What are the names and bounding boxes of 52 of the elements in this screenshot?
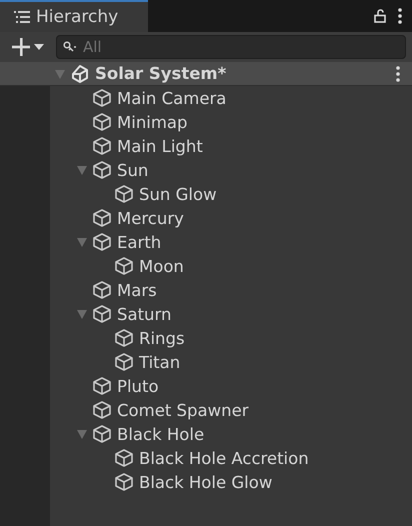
expand-arrow-icon[interactable] xyxy=(76,164,88,176)
object-name[interactable]: Rings xyxy=(139,328,185,348)
unity-logo-icon xyxy=(70,64,90,84)
cube-icon xyxy=(92,280,112,300)
object-name[interactable]: Sun Glow xyxy=(139,184,217,204)
object-name[interactable]: Moon xyxy=(139,256,184,276)
cube-icon xyxy=(92,232,112,252)
tab-title: Hierarchy xyxy=(36,7,118,27)
caret-icon xyxy=(34,43,44,51)
object-name[interactable]: Pluto xyxy=(117,376,159,396)
object-name[interactable]: Mercury xyxy=(117,208,184,228)
cube-icon xyxy=(114,256,134,276)
object-name[interactable]: Titan xyxy=(139,352,180,372)
object-name[interactable]: Black Hole Accretion xyxy=(139,448,309,468)
cube-icon xyxy=(114,448,134,468)
hierarchy-tab[interactable]: Hierarchy xyxy=(0,0,148,32)
expand-arrow-icon[interactable] xyxy=(76,308,88,320)
cube-icon xyxy=(92,208,112,228)
cube-icon xyxy=(92,376,112,396)
cube-icon xyxy=(114,472,134,492)
more-icon[interactable] xyxy=(396,66,400,82)
object-name[interactable]: Earth xyxy=(117,232,162,252)
lock-icon[interactable] xyxy=(374,9,386,23)
cube-icon xyxy=(114,352,134,372)
object-name[interactable]: Saturn xyxy=(117,304,172,324)
object-name[interactable]: Black Hole xyxy=(117,424,204,444)
object-name[interactable]: Comet Spawner xyxy=(117,400,249,420)
object-name[interactable]: Main Light xyxy=(117,136,203,156)
cube-icon xyxy=(92,304,112,324)
object-name[interactable]: Minimap xyxy=(117,112,188,132)
expand-arrow-icon[interactable] xyxy=(54,68,66,80)
more-icon[interactable] xyxy=(398,8,402,24)
cube-icon xyxy=(114,328,134,348)
search-bar[interactable]: All xyxy=(56,35,406,59)
expand-arrow-icon[interactable] xyxy=(76,236,88,248)
cube-icon xyxy=(92,136,112,156)
list-icon xyxy=(14,11,30,23)
object-name[interactable]: Mars xyxy=(117,280,157,300)
object-name[interactable]: Black Hole Glow xyxy=(139,472,272,492)
object-name[interactable]: Main Camera xyxy=(117,88,226,108)
search-icon xyxy=(63,41,77,53)
cube-icon xyxy=(92,160,112,180)
plus-icon xyxy=(10,36,32,58)
scene-name: Solar System* xyxy=(95,64,226,83)
scene-header[interactable]: Solar System* xyxy=(0,62,412,86)
cube-icon xyxy=(114,184,134,204)
expand-arrow-icon[interactable] xyxy=(76,428,88,440)
object-name[interactable]: Sun xyxy=(117,160,148,180)
cube-icon xyxy=(92,88,112,108)
cube-icon xyxy=(92,424,112,444)
cube-icon xyxy=(92,400,112,420)
cube-icon xyxy=(92,112,112,132)
